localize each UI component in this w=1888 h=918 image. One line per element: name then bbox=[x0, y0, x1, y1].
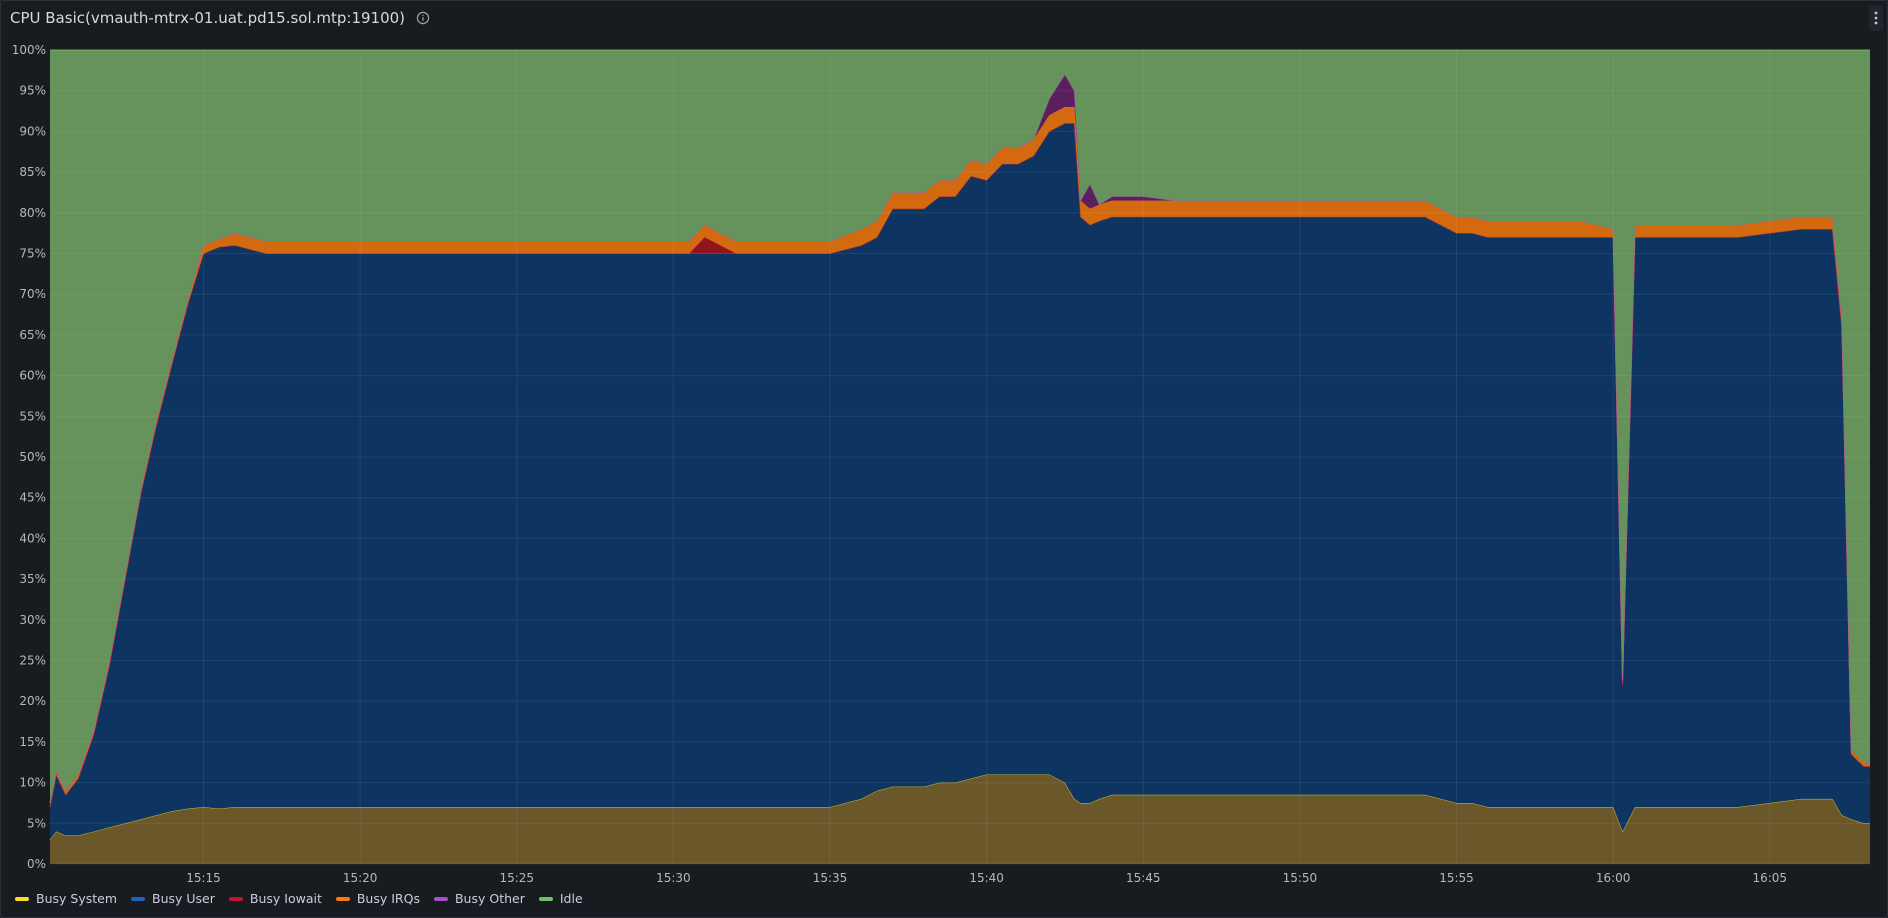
kebab-menu-icon[interactable] bbox=[1869, 5, 1883, 31]
info-circle-icon[interactable] bbox=[415, 10, 431, 26]
y-tick-label: 60% bbox=[19, 369, 46, 383]
x-tick-label: 15:40 bbox=[969, 871, 1004, 885]
legend-item-busy-system[interactable]: Busy System bbox=[15, 891, 117, 906]
x-tick-label: 16:05 bbox=[1752, 871, 1787, 885]
y-tick-label: 75% bbox=[19, 247, 46, 261]
legend-label: Busy IRQs bbox=[356, 891, 420, 906]
x-tick-label: 15:50 bbox=[1283, 871, 1318, 885]
legend-label: Busy Other bbox=[454, 891, 525, 906]
y-tick-label: 15% bbox=[19, 735, 46, 749]
y-tick-label: 95% bbox=[19, 84, 46, 98]
y-tick-label: 30% bbox=[19, 613, 46, 627]
legend-item-busy-user[interactable]: Busy User bbox=[131, 891, 215, 906]
y-tick-label: 65% bbox=[19, 328, 46, 342]
legend-item-idle[interactable]: Idle bbox=[538, 891, 583, 906]
legend-swatch bbox=[433, 896, 448, 901]
legend-label: Busy Iowait bbox=[249, 891, 322, 906]
legend-label: Idle bbox=[559, 891, 583, 906]
x-tick-label: 15:30 bbox=[656, 871, 691, 885]
legend-swatch bbox=[228, 896, 243, 901]
y-tick-label: 90% bbox=[19, 124, 46, 138]
legend-swatch bbox=[335, 896, 350, 901]
legend-swatch bbox=[538, 896, 553, 901]
legend-swatch bbox=[131, 896, 145, 901]
y-tick-label: 85% bbox=[19, 165, 46, 179]
legend-label: Busy User bbox=[152, 891, 215, 906]
cpu-stacked-area-chart[interactable]: 0% 5% 10% 15% 20% 25% 30% 35% 40% 45% 50% 55% 60% 65%… bbox=[1, 35, 1887, 885]
chart-legend: Busy System Busy User Busy Iowait Busy IRQs… bbox=[15, 891, 583, 906]
legend-item-busy-irqs[interactable]: Busy IRQs bbox=[335, 891, 420, 906]
y-tick-label: 20% bbox=[19, 694, 46, 708]
y-tick-label: 35% bbox=[19, 572, 46, 586]
x-tick-label: 16:00 bbox=[1596, 871, 1631, 885]
x-tick-label: 15:55 bbox=[1439, 871, 1474, 885]
y-tick-label: 5% bbox=[27, 816, 46, 830]
x-tick-label: 15:25 bbox=[499, 871, 534, 885]
x-tick-label: 15:20 bbox=[343, 871, 378, 885]
x-tick-label: 15:45 bbox=[1126, 871, 1161, 885]
panel-title: CPU Basic(vmauth-mtrx-01.uat.pd15.sol.mt… bbox=[10, 9, 406, 27]
legend-swatch bbox=[15, 896, 29, 901]
y-tick-label: 25% bbox=[19, 654, 46, 668]
legend-item-busy-iowait[interactable]: Busy Iowait bbox=[228, 891, 322, 906]
x-tick-label: 15:35 bbox=[813, 871, 848, 885]
y-tick-label: 0% bbox=[27, 857, 46, 871]
y-tick-label: 100% bbox=[12, 43, 46, 57]
y-tick-label: 10% bbox=[19, 776, 46, 790]
cpu-basic-panel: CPU Basic(vmauth-mtrx-01.uat.pd15.sol.mt… bbox=[0, 0, 1888, 918]
x-tick-label: 15:15 bbox=[186, 871, 221, 885]
y-tick-label: 80% bbox=[19, 206, 46, 220]
panel-header: CPU Basic(vmauth-mtrx-01.uat.pd15.sol.mt… bbox=[10, 7, 431, 29]
y-tick-label: 50% bbox=[19, 450, 46, 464]
legend-item-busy-other[interactable]: Busy Other bbox=[433, 891, 525, 906]
y-tick-label: 45% bbox=[19, 491, 46, 505]
legend-label: Busy System bbox=[36, 891, 117, 906]
y-tick-label: 55% bbox=[19, 409, 46, 423]
y-tick-label: 40% bbox=[19, 531, 46, 545]
y-tick-label: 70% bbox=[19, 287, 46, 301]
